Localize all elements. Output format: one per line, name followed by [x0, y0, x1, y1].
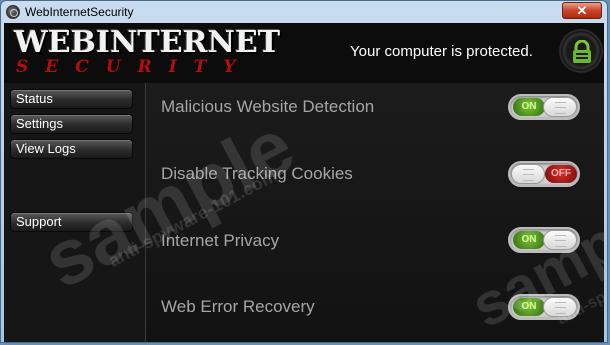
sidebar-item-support[interactable]: Support — [10, 212, 133, 232]
sidebar-item-status[interactable]: Status — [10, 89, 133, 109]
logo-text: WEBINTERNET — [14, 25, 281, 60]
sidebar-item-settings[interactable]: Settings — [10, 114, 133, 134]
app-window: WebInternetSecurity ✕ WEBINTERNET SECURI… — [0, 0, 608, 343]
toggle-on-indicator: ON — [513, 231, 545, 249]
close-icon: ✕ — [576, 3, 588, 18]
toggle-knob[interactable] — [543, 230, 577, 250]
sidebar-item-label: Status — [16, 91, 53, 106]
feature-label-internet-privacy: Internet Privacy — [161, 231, 280, 250]
toggle-knob[interactable] — [511, 164, 545, 184]
toggle-malicious-website-detection[interactable]: ON — [508, 94, 580, 120]
sidebar-item-label: View Logs — [16, 141, 76, 156]
toggle-knob[interactable] — [543, 297, 577, 317]
window-title: WebInternetSecurity — [25, 5, 134, 19]
toggle-web-error-recovery[interactable]: ON — [508, 294, 580, 320]
protection-status: Your computer is protected. — [350, 43, 533, 60]
toggle-knob[interactable] — [543, 97, 577, 117]
toggle-on-indicator: ON — [513, 98, 545, 116]
toggle-on-indicator: ON — [513, 298, 545, 316]
title-bar[interactable]: WebInternetSecurity ✕ — [1, 1, 607, 23]
feature-label-disable-tracking-cookies: Disable Tracking Cookies — [161, 164, 353, 183]
header: WEBINTERNET SECURITY Your computer is pr… — [4, 23, 604, 83]
sidebar: Status Settings View Logs Support — [4, 83, 146, 342]
sidebar-item-label: Settings — [16, 116, 63, 131]
feature-label-web-error-recovery: Web Error Recovery — [161, 297, 315, 316]
app-icon — [6, 5, 20, 19]
feature-label-malicious-website-detection: Malicious Website Detection — [161, 97, 375, 116]
toggle-off-indicator: OFF — [545, 165, 577, 183]
toggle-disable-tracking-cookies[interactable]: OFF — [508, 161, 580, 187]
toggle-internet-privacy[interactable]: ON — [508, 227, 580, 253]
lock-shield-icon — [559, 29, 603, 73]
logo-subtitle: SECURITY — [16, 57, 253, 77]
lock-icon — [573, 40, 591, 63]
sidebar-item-view-logs[interactable]: View Logs — [10, 139, 133, 159]
close-button[interactable]: ✕ — [562, 2, 602, 19]
sidebar-item-label: Support — [16, 214, 62, 229]
client-area: WEBINTERNET SECURITY Your computer is pr… — [4, 23, 604, 342]
